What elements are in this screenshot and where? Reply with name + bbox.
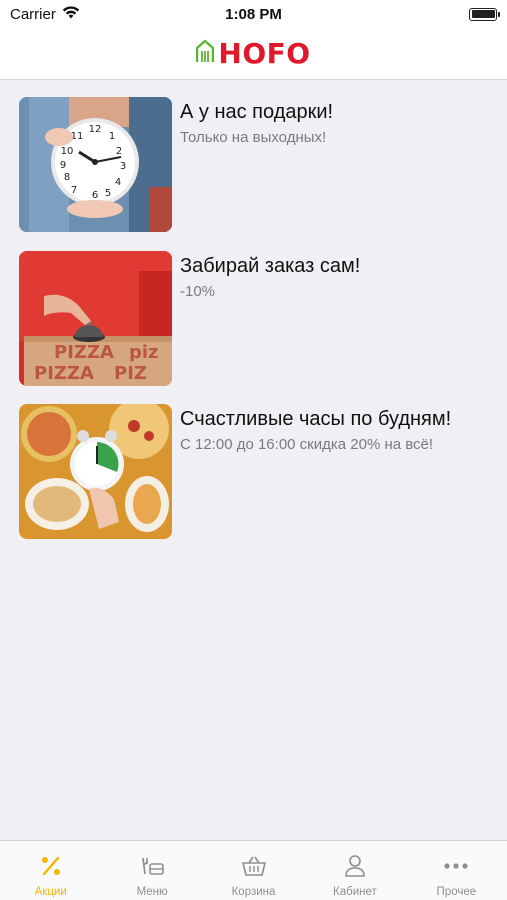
tab-label: Кабинет xyxy=(333,886,377,898)
svg-text:3: 3 xyxy=(120,161,126,172)
promo-title: Счастливые часы по будням! xyxy=(180,408,452,430)
svg-text:8: 8 xyxy=(64,172,70,183)
percent-icon xyxy=(39,853,63,879)
promo-image xyxy=(19,404,172,539)
svg-text:12: 12 xyxy=(89,124,102,135)
wifi-icon xyxy=(62,5,80,23)
promo-subtitle: Только на выходных! xyxy=(180,129,327,146)
status-left: Carrier xyxy=(10,6,80,23)
tab-label: Корзина xyxy=(231,886,276,898)
user-icon xyxy=(343,853,367,879)
logo-text: HOFO xyxy=(218,37,311,70)
svg-text:PIZZA: PIZZA xyxy=(34,363,94,384)
svg-text:5: 5 xyxy=(105,188,111,199)
app-header: HOFO xyxy=(0,28,507,80)
promo-image: 12 2 3 467 8 9 10 1 5 11 xyxy=(19,97,172,232)
promo-item[interactable]: PIZZA piz PIZZA PIZ Забирай заказ сам! -10… xyxy=(0,234,507,386)
more-icon xyxy=(443,853,469,879)
promo-title: А у нас подарки! xyxy=(180,101,334,123)
fork-house-icon xyxy=(196,39,215,68)
svg-text:piz: piz xyxy=(129,342,159,363)
battery-icon xyxy=(469,7,500,21)
tab-menu[interactable]: Меню xyxy=(101,841,202,900)
promo-item[interactable]: 12 2 3 467 8 9 10 1 5 11 А у нас подарки! Толь… xyxy=(0,80,507,232)
tab-label: Меню xyxy=(136,886,168,898)
promo-text: А у нас подарки! Только на выходных! xyxy=(180,99,497,146)
tab-label: Акции xyxy=(34,886,67,898)
svg-text:4: 4 xyxy=(115,177,121,188)
promo-subtitle: С 12:00 до 16:00 скидка 20% на всё! xyxy=(180,436,434,453)
svg-text:1: 1 xyxy=(109,131,115,142)
svg-text:6: 6 xyxy=(92,190,98,201)
promo-item[interactable]: Счастливые часы по будням! С 12:00 до 16… xyxy=(0,387,507,539)
status-bar: Carrier 1:08 PM xyxy=(0,0,507,28)
svg-text:9: 9 xyxy=(60,160,66,171)
tab-more[interactable]: Прочее xyxy=(406,841,507,900)
tab-label: Прочее xyxy=(436,886,477,898)
tab-account[interactable]: Кабинет xyxy=(304,841,405,900)
promo-image: PIZZA piz PIZZA PIZ xyxy=(19,251,172,386)
svg-text:10: 10 xyxy=(61,146,74,157)
tab-bar: Акции Меню Корзина Кабинет Прочее xyxy=(0,840,507,900)
tab-basket[interactable]: Корзина xyxy=(203,841,304,900)
menu-icon xyxy=(139,853,165,879)
promo-subtitle: -10% xyxy=(180,283,216,300)
tab-promotions[interactable]: Акции xyxy=(0,841,101,900)
basket-icon xyxy=(241,853,267,879)
svg-text:PIZZA: PIZZA xyxy=(54,342,114,363)
promo-title: Забирай заказ сам! xyxy=(180,255,361,277)
carrier-label: Carrier xyxy=(10,5,56,23)
svg-text:2: 2 xyxy=(116,146,122,157)
svg-text:7: 7 xyxy=(71,185,77,196)
promo-text: Забирай заказ сам! -10% xyxy=(180,253,497,300)
app-logo: HOFO xyxy=(196,37,310,70)
promo-text: Счастливые часы по будням! С 12:00 до 16… xyxy=(180,406,497,453)
svg-text:PIZ: PIZ xyxy=(114,363,147,384)
